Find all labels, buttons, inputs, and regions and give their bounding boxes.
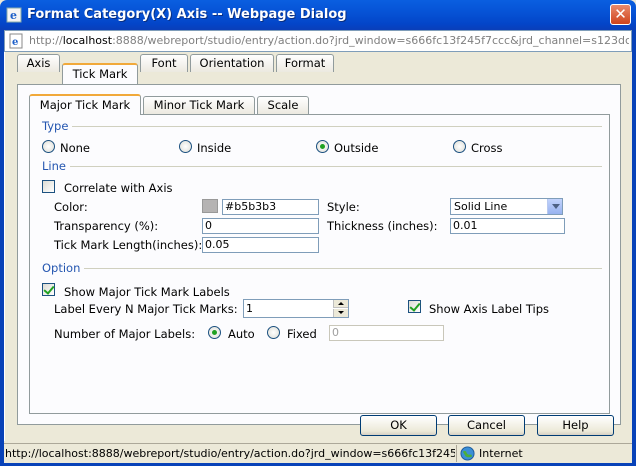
- help-button[interactable]: Help: [537, 415, 614, 436]
- label-every-n-stepper[interactable]: 1: [243, 299, 349, 318]
- page-icon: e: [9, 33, 23, 49]
- dialog-content: Axis Tick Mark Font Orientation Format M…: [4, 52, 632, 441]
- style-select[interactable]: Solid Line: [450, 198, 563, 215]
- type-inside-radio[interactable]: [179, 140, 192, 153]
- thickness-input[interactable]: 0.01: [450, 218, 565, 234]
- type-section-rule: [70, 126, 602, 127]
- number-of-labels-label: Number of Major Labels:: [54, 327, 196, 341]
- spin-down-icon[interactable]: [333, 309, 348, 317]
- type-section-legend: Type: [42, 119, 73, 133]
- subtab-minor-tick-mark[interactable]: Minor Tick Mark: [143, 96, 255, 114]
- show-axis-label-tips-checkbox[interactable]: [408, 300, 421, 313]
- show-major-labels-label: Show Major Tick Mark Labels: [64, 285, 230, 299]
- tick-mark-panel: Major Tick Mark Minor Tick Mark Scale Ty…: [17, 84, 621, 425]
- color-swatch[interactable]: [202, 199, 218, 213]
- tab-format[interactable]: Format: [276, 54, 334, 72]
- type-none-label: None: [60, 141, 91, 155]
- address-url: http://localhost:8888/webreport/studio/e…: [29, 34, 629, 47]
- window-border: [632, 30, 636, 466]
- tab-font[interactable]: Font: [140, 54, 188, 72]
- window-title: Format Category(X) Axis -- Webpage Dialo…: [27, 7, 347, 22]
- labels-auto-label: Auto: [228, 327, 255, 341]
- tick-length-label: Tick Mark Length(inches):: [54, 238, 203, 252]
- line-section-legend: Line: [42, 159, 70, 173]
- type-outside-label: Outside: [334, 141, 379, 155]
- labels-auto-radio[interactable]: [208, 326, 221, 339]
- transparency-input[interactable]: 0: [202, 218, 319, 234]
- tab-orientation[interactable]: Orientation: [190, 54, 274, 72]
- style-label: Style:: [327, 200, 360, 214]
- line-section-rule: [68, 166, 602, 167]
- globe-icon: [460, 446, 475, 461]
- label-every-n-label: Label Every N Major Tick Marks:: [54, 302, 238, 316]
- major-tick-mark-panel: Type None Inside Outside Cross Line Corr…: [29, 114, 610, 414]
- type-outside-radio[interactable]: [316, 140, 329, 153]
- title-bar: e Format Category(X) Axis -- Webpage Dia…: [0, 0, 636, 30]
- color-label: Color:: [54, 200, 88, 214]
- show-major-labels-checkbox[interactable]: [42, 283, 55, 296]
- status-bar: http://localhost:8888/webreport/studio/e…: [4, 443, 632, 463]
- svg-text:e: e: [12, 37, 18, 48]
- correlate-with-axis-label: Correlate with Axis: [64, 181, 173, 195]
- type-cross-radio[interactable]: [453, 140, 466, 153]
- close-button[interactable]: ✕: [610, 4, 631, 25]
- option-section-legend: Option: [42, 261, 85, 275]
- tab-tick-mark[interactable]: Tick Mark: [62, 63, 138, 84]
- status-url: http://localhost:8888/webreport/studio/e…: [5, 447, 455, 460]
- thickness-label: Thickness (inches):: [327, 219, 438, 233]
- color-input[interactable]: #b5b3b3: [222, 199, 319, 215]
- show-axis-label-tips-label: Show Axis Label Tips: [429, 302, 550, 316]
- subtab-scale[interactable]: Scale: [257, 96, 309, 114]
- label-every-n-value: 1: [246, 302, 253, 315]
- correlate-with-axis-checkbox[interactable]: [42, 180, 55, 193]
- type-cross-label: Cross: [471, 141, 503, 155]
- option-section-rule: [82, 268, 602, 269]
- transparency-label: Transparency (%):: [54, 219, 159, 233]
- chevron-down-icon[interactable]: [547, 199, 562, 214]
- status-divider: [456, 445, 457, 462]
- address-bar: e http://localhost:8888/webreport/studio…: [4, 30, 632, 52]
- style-select-value: Solid Line: [454, 200, 508, 213]
- tick-length-input[interactable]: 0.05: [202, 237, 319, 253]
- spin-up-icon[interactable]: [333, 300, 348, 308]
- ok-button[interactable]: OK: [360, 415, 437, 436]
- cancel-button[interactable]: Cancel: [448, 415, 525, 436]
- security-zone-label: Internet: [479, 447, 523, 460]
- svg-text:e: e: [10, 9, 17, 22]
- labels-fixed-radio[interactable]: [267, 326, 280, 339]
- tab-axis[interactable]: Axis: [17, 54, 60, 72]
- ie-icon: e: [6, 7, 22, 23]
- type-none-radio[interactable]: [42, 140, 55, 153]
- labels-fixed-label: Fixed: [287, 327, 317, 341]
- type-inside-label: Inside: [197, 141, 232, 155]
- subtab-major-tick-mark[interactable]: Major Tick Mark: [29, 94, 141, 115]
- fixed-count-input[interactable]: 0: [329, 325, 444, 341]
